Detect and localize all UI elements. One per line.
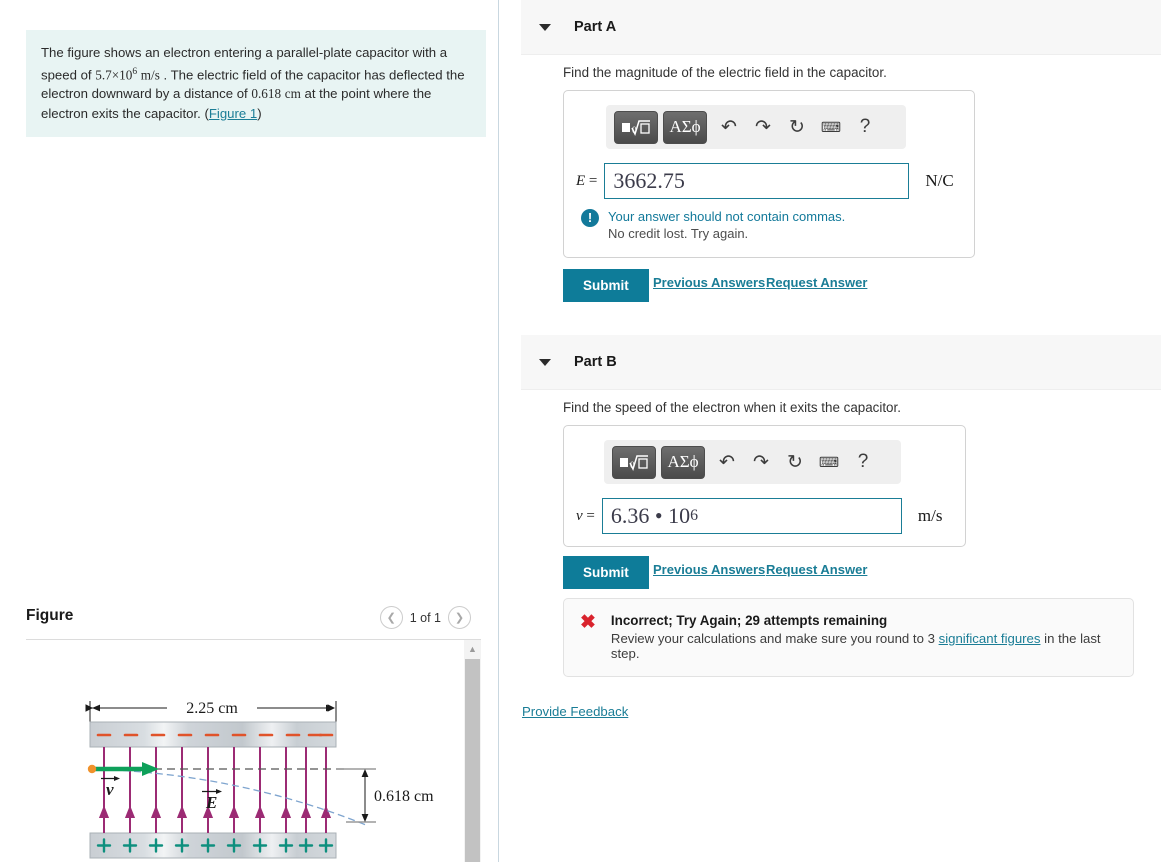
field-label-group: E [202, 789, 222, 812]
caret-down-icon[interactable] [539, 358, 551, 366]
problem-speed-value: 5.7×10 [95, 66, 133, 82]
greek-letters-label: ΑΣϕ [669, 117, 701, 136]
part-a-answer-input[interactable]: 3662.75 [604, 163, 910, 199]
red-x-icon: ✖ [580, 612, 596, 633]
part-b-field-label: v = [576, 507, 595, 524]
capacitor-diagram: 2.25 cm v E 0.618 cm [85, 700, 434, 859]
deflection-dimension: 0.618 cm [336, 768, 434, 823]
part-a-field-row: E = 3662.75 N/C [576, 163, 954, 199]
problem-text-4: ) [257, 105, 262, 121]
undo-arrow-icon[interactable]: ↶ [710, 447, 744, 477]
part-a-title: Part A [574, 19, 617, 35]
incorrect-sub-before: Review your calculations and make sure y… [610, 631, 939, 646]
problem-distance-unit: cm [284, 86, 301, 102]
part-b-answer-box: 0 ΑΣϕ ↶ ↷ ↻ ⌨ ? v = 6.36 • 10 6 m/s [563, 425, 966, 547]
part-a-field-label: E = [576, 172, 598, 189]
figure-viewport: 2.25 cm v E 0.618 cm ▲ [26, 640, 481, 862]
left-panel: The figure shows an electron entering a … [0, 0, 498, 862]
part-b-title: Part B [574, 354, 617, 370]
figure-1-link[interactable]: Figure 1 [209, 106, 257, 121]
part-b-submit-button[interactable]: Submit [563, 556, 649, 589]
part-a-previous-answers-link[interactable]: Previous Answers [653, 275, 765, 290]
svg-text:E: E [205, 793, 217, 812]
part-a-feedback-line2: No credit lost. Try again. [608, 226, 749, 241]
radical-icon: 0 [621, 117, 651, 137]
part-a-math-toolbar: 0 ΑΣϕ ↶ ↷ ↻ ⌨ ? [606, 105, 906, 149]
part-b-answer-value: 6.36 • 10 [610, 503, 691, 528]
redo-arrow-icon[interactable]: ↷ [746, 112, 780, 142]
part-b-unit: m/s [917, 506, 943, 525]
part-a-unit: N/C [925, 171, 954, 190]
problem-page: The figure shows an electron entering a … [0, 0, 1161, 862]
right-panel: Part A Find the magnitude of the electri… [499, 0, 1161, 862]
incorrect-subtitle: Review your calculations and make sure y… [611, 631, 1117, 661]
figure-title: Figure [26, 607, 74, 624]
problem-statement: The figure shows an electron entering a … [26, 30, 486, 138]
math-template-button[interactable]: 0 [612, 445, 656, 479]
part-a-feedback-line1: Your answer should not contain commas. [608, 209, 846, 224]
svg-text:0.618 cm: 0.618 cm [374, 788, 434, 805]
part-b-math-toolbar: 0 ΑΣϕ ↶ ↷ ↻ ⌨ ? [604, 440, 901, 484]
question-mark-icon[interactable]: ? [848, 112, 882, 142]
redo-arrow-icon[interactable]: ↷ [744, 447, 778, 477]
figure-section: Figure ❮ 1 of 1 ❯ 2.25 cm v E 0.618 cm ▲ [0, 598, 498, 862]
figure-navigation: ❮ 1 of 1 ❯ [379, 606, 471, 629]
part-b-answer-exponent: 6 [690, 507, 699, 524]
part-a-answer-box: 0 ΑΣϕ ↶ ↷ ↻ ⌨ ? E = 3662.75 N/C ! Your a… [563, 90, 975, 258]
part-b-prompt: Find the speed of the electron when it e… [563, 400, 901, 415]
chevron-left-icon: ❮ [386, 612, 396, 624]
info-exclamation-icon: ! [581, 209, 599, 227]
radical-icon: 0 [619, 452, 649, 472]
figure-scrollbar[interactable]: ▲ [464, 640, 481, 862]
significant-figures-link[interactable]: significant figures [939, 631, 1041, 646]
part-a-prompt: Find the magnitude of the electric field… [563, 65, 887, 80]
keyboard-icon[interactable]: ⌨ [814, 112, 848, 142]
part-b-request-answer-link[interactable]: Request Answer [766, 562, 867, 577]
part-a-feedback: ! Your answer should not contain commas.… [581, 208, 961, 242]
electric-field-lines [98, 747, 332, 833]
incorrect-feedback-box: ✖ Incorrect; Try Again; 29 attempts rema… [563, 598, 1134, 677]
part-b-previous-answers-link[interactable]: Previous Answers [653, 562, 765, 577]
question-mark-icon[interactable]: ? [846, 447, 880, 477]
problem-speed-exponent: 6 [132, 66, 138, 77]
svg-text:2.25 cm: 2.25 cm [186, 700, 238, 717]
greek-symbols-button[interactable]: ΑΣϕ [663, 110, 707, 144]
caret-down-icon[interactable] [539, 23, 551, 31]
problem-distance-value: 0.618 [251, 86, 282, 102]
figure-counter: 1 of 1 [409, 610, 441, 625]
chevron-right-icon: ❯ [454, 612, 465, 624]
figure-scrollbar-thumb[interactable] [465, 659, 480, 862]
figure-next-button[interactable]: ❯ [448, 606, 471, 629]
velocity-vector: v [87, 762, 159, 799]
keyboard-icon[interactable]: ⌨ [812, 447, 846, 477]
problem-speed-unit: m/s [140, 66, 160, 82]
part-a-header[interactable]: Part A [521, 0, 1161, 55]
part-a-request-answer-link[interactable]: Request Answer [766, 275, 867, 290]
figure-prev-button[interactable]: ❮ [379, 606, 403, 629]
provide-feedback-link[interactable]: Provide Feedback [522, 704, 628, 719]
incorrect-title: Incorrect; Try Again; 29 attempts remain… [610, 613, 888, 628]
reset-circular-arrow-icon[interactable]: ↻ [780, 112, 814, 142]
part-a-answer-value: 3662.75 [613, 168, 685, 193]
reset-circular-arrow-icon[interactable]: ↻ [778, 447, 812, 477]
greek-letters-label: ΑΣϕ [667, 452, 699, 471]
math-template-button[interactable]: 0 [614, 110, 658, 144]
greek-symbols-button[interactable]: ΑΣϕ [661, 445, 705, 479]
part-a-submit-button[interactable]: Submit [563, 269, 649, 302]
undo-arrow-icon[interactable]: ↶ [712, 112, 746, 142]
part-b-header[interactable]: Part B [521, 335, 1161, 390]
part-b-answer-input[interactable]: 6.36 • 10 6 [601, 498, 902, 534]
svg-text:v: v [106, 780, 114, 799]
part-b-field-row: v = 6.36 • 10 6 m/s [576, 498, 942, 534]
triangle-up-icon[interactable]: ▲ [464, 640, 481, 657]
